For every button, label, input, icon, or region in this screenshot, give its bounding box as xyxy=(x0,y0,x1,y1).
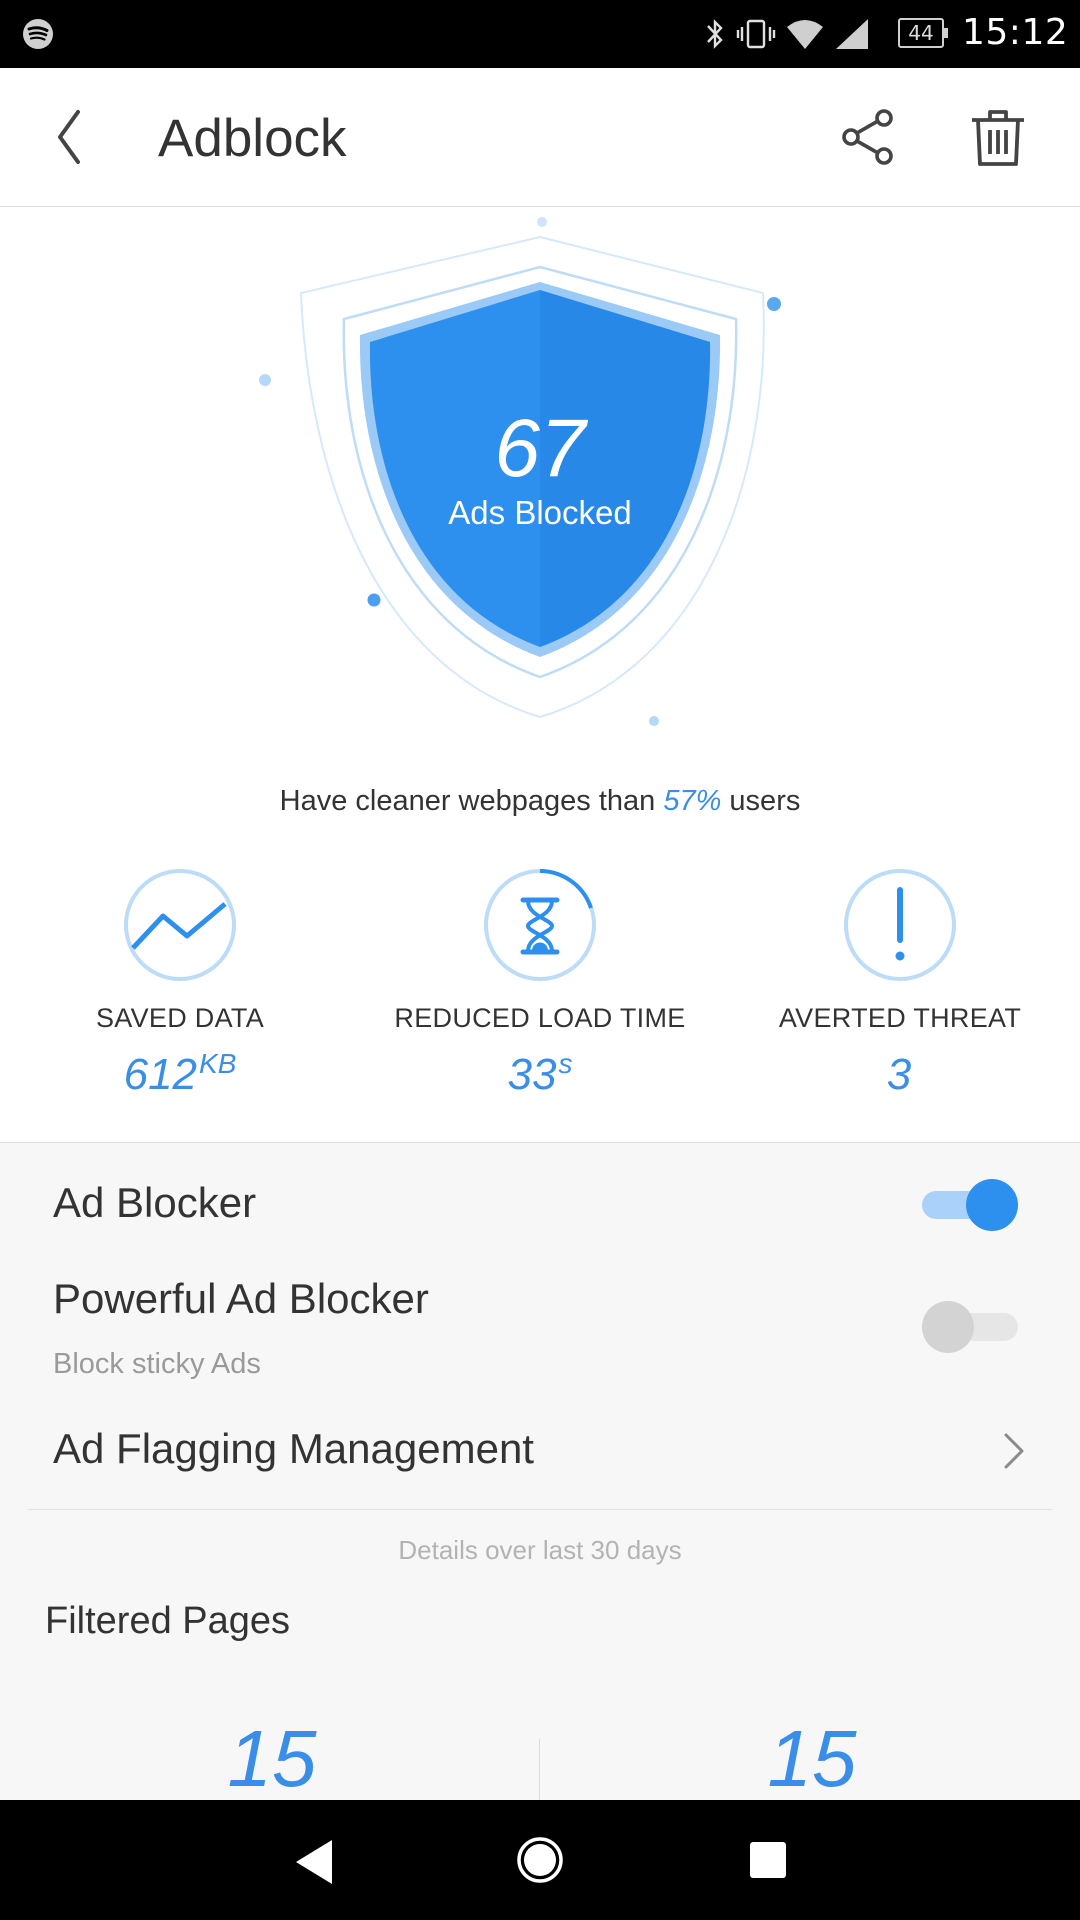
hourglass-icon xyxy=(484,869,596,981)
settings-panel: Ad Blocker Powerful Ad Blocker Block sti… xyxy=(0,1142,1080,1803)
powerful-ad-blocker-sublabel: Block sticky Ads xyxy=(53,1348,261,1380)
chevron-right-icon[interactable] xyxy=(1002,1429,1028,1473)
stat-label: AVERTED THREAT xyxy=(778,1003,1022,1033)
share-icon[interactable] xyxy=(840,108,898,166)
ad-blocker-toggle[interactable] xyxy=(922,1177,1018,1233)
filtered-pages-left-value: 15 xyxy=(227,1714,317,1803)
toggle-thumb xyxy=(966,1179,1018,1231)
stats-row: SAVED DATA 612KB REDUCED LOAD TIME 33s A… xyxy=(0,868,1080,1099)
ads-blocked-label: Ads Blocked xyxy=(448,494,632,531)
battery-icon: 44 xyxy=(898,18,948,48)
exclamation-icon xyxy=(844,869,956,981)
comparison-text: Have cleaner webpages than 57% users xyxy=(0,785,1080,818)
comparison-percent: 57% xyxy=(663,785,722,817)
app-bar: Adblock xyxy=(0,68,1080,207)
nav-home-icon[interactable] xyxy=(516,1836,564,1884)
shield-summary: 67 Ads Blocked xyxy=(0,207,1080,767)
divider xyxy=(28,1509,1052,1510)
vertical-divider xyxy=(539,1739,540,1801)
clock: 15:12 xyxy=(962,12,1069,53)
stat-saved-data: SAVED DATA 612KB xyxy=(0,868,360,1099)
page-title: Adblock xyxy=(158,109,347,168)
bluetooth-icon xyxy=(707,19,723,49)
wifi-icon xyxy=(787,20,823,49)
details-note: Details over last 30 days xyxy=(398,1535,682,1565)
signal-icon xyxy=(836,19,868,49)
vibrate-icon xyxy=(736,19,776,49)
comparison-prefix: Have cleaner webpages than xyxy=(279,785,664,817)
filtered-pages-right-value: 15 xyxy=(767,1714,857,1803)
stat-label: SAVED DATA xyxy=(95,1003,265,1033)
stat-value: 3 xyxy=(886,1050,912,1099)
filtered-pages-title: Filtered Pages xyxy=(45,1600,291,1642)
stat-averted-threat: AVERTED THREAT 3 xyxy=(720,868,1080,1099)
ad-flagging-management-link[interactable]: Ad Flagging Management xyxy=(53,1425,534,1473)
powerful-ad-blocker-toggle[interactable] xyxy=(922,1299,1018,1355)
stat-value: 612KB xyxy=(123,1048,237,1099)
stat-reduced-load-time: REDUCED LOAD TIME 33s xyxy=(360,868,720,1099)
back-icon[interactable] xyxy=(50,104,110,170)
toggle-thumb xyxy=(922,1301,974,1353)
trash-icon[interactable] xyxy=(968,108,1028,168)
status-bar: 44 15:12 xyxy=(0,0,1080,68)
stat-value: 33s xyxy=(507,1048,573,1099)
nav-back-icon[interactable] xyxy=(292,1838,336,1886)
trend-icon xyxy=(124,869,236,981)
stat-label: REDUCED LOAD TIME xyxy=(394,1003,686,1033)
powerful-ad-blocker-label: Powerful Ad Blocker xyxy=(53,1275,429,1322)
navigation-bar xyxy=(0,1800,1080,1920)
ad-blocker-label: Ad Blocker xyxy=(53,1179,257,1226)
nav-recent-apps-icon[interactable] xyxy=(748,1840,788,1880)
ads-blocked-count: 67 xyxy=(494,403,586,494)
spotify-icon xyxy=(23,19,53,49)
comparison-suffix: users xyxy=(721,785,801,817)
status-icons xyxy=(704,16,870,52)
